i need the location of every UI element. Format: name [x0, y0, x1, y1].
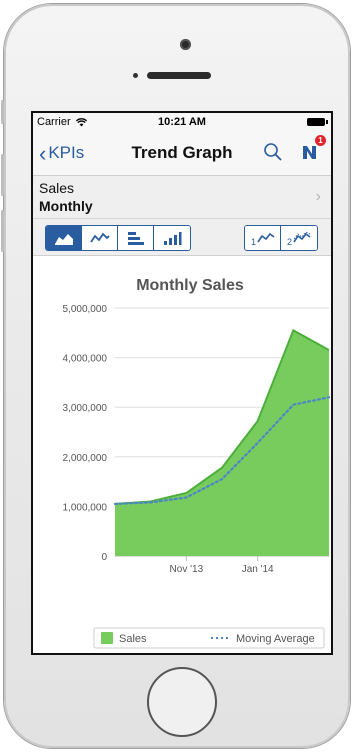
- column-chart-icon: [164, 232, 182, 245]
- area-chart-button[interactable]: [46, 226, 82, 250]
- area-chart-icon: [54, 234, 73, 245]
- y-tick-label: 3,000,000: [63, 403, 108, 414]
- x-tick-label: Jan '14: [242, 564, 274, 575]
- status-bar: Carrier 10:21 AM: [33, 113, 331, 131]
- period-label: Monthly: [39, 198, 93, 214]
- navigation-bar: ‹ KPIs Trend Graph 1: [33, 131, 331, 176]
- battery-icon: [307, 118, 328, 126]
- y-axis-ticks: 0 1,000,000 2,000,000 3,000,000 4,000,000 5,0…: [63, 304, 108, 563]
- notification-badge: 1: [315, 135, 326, 146]
- x-axis-ticks: Nov '13 Jan '14: [170, 556, 274, 575]
- line-chart-button[interactable]: [82, 226, 118, 250]
- y-tick-label: 2,000,000: [63, 453, 108, 464]
- status-time: 10:21 AM: [158, 116, 206, 128]
- svg-text:2: 2: [287, 237, 292, 246]
- phone-screen: Carrier 10:21 AM ‹ KPIs Trend Graph 1 Sa…: [31, 111, 333, 655]
- proximity-sensor: [133, 73, 138, 78]
- kpi-selector-row[interactable]: Sales Monthly ›: [33, 176, 331, 219]
- earpiece-speaker: [147, 72, 211, 79]
- chart-legend: Sales Moving Average: [93, 627, 325, 649]
- chart-title: Monthly Sales: [136, 277, 244, 294]
- measure-label: Sales: [39, 180, 75, 196]
- svg-text:1: 1: [251, 237, 256, 246]
- volume-up-button: [1, 154, 4, 196]
- chart-type-segmented-control: [45, 225, 191, 251]
- y-tick-label: 4,000,000: [63, 354, 108, 365]
- y-tick-label: 0: [101, 552, 107, 563]
- mute-switch: [1, 100, 4, 124]
- dual-line-icon: 2: [287, 231, 311, 246]
- bar-chart-horizontal-icon: [127, 232, 144, 245]
- chevron-right-icon: ›: [315, 188, 321, 205]
- volume-down-button: [1, 210, 4, 252]
- series-layer: [113, 328, 331, 556]
- legend-sales-label: Sales: [119, 633, 147, 645]
- chart-area: Monthly Sales 0 1,000,000 2,000,000 3,000,0…: [33, 256, 331, 653]
- legend-moving-average-label: Moving Average: [236, 633, 315, 645]
- y-tick-label: 5,000,000: [63, 304, 108, 315]
- chart-toolbar: 1 2: [33, 219, 331, 256]
- monthly-sales-chart: Monthly Sales 0 1,000,000 2,000,000 3,000,0…: [63, 277, 331, 649]
- line-chart-icon: [89, 232, 110, 243]
- bar-chart-button[interactable]: [118, 226, 154, 250]
- y-tick-label: 1,000,000: [63, 502, 108, 513]
- single-series-button[interactable]: 1: [245, 226, 281, 250]
- page-title: Trend Graph: [131, 143, 233, 162]
- overlay-segmented-control: 1 2: [244, 225, 318, 251]
- legend-sales-swatch: [101, 632, 113, 644]
- search-icon[interactable]: [263, 142, 283, 162]
- sales-area: [115, 330, 329, 556]
- column-chart-button[interactable]: [154, 226, 190, 250]
- home-button[interactable]: [147, 667, 217, 737]
- single-line-icon: 1: [251, 232, 274, 246]
- front-camera-icon: [180, 39, 191, 50]
- x-tick-label: Nov '13: [170, 564, 204, 575]
- dual-series-button[interactable]: 2: [281, 226, 317, 250]
